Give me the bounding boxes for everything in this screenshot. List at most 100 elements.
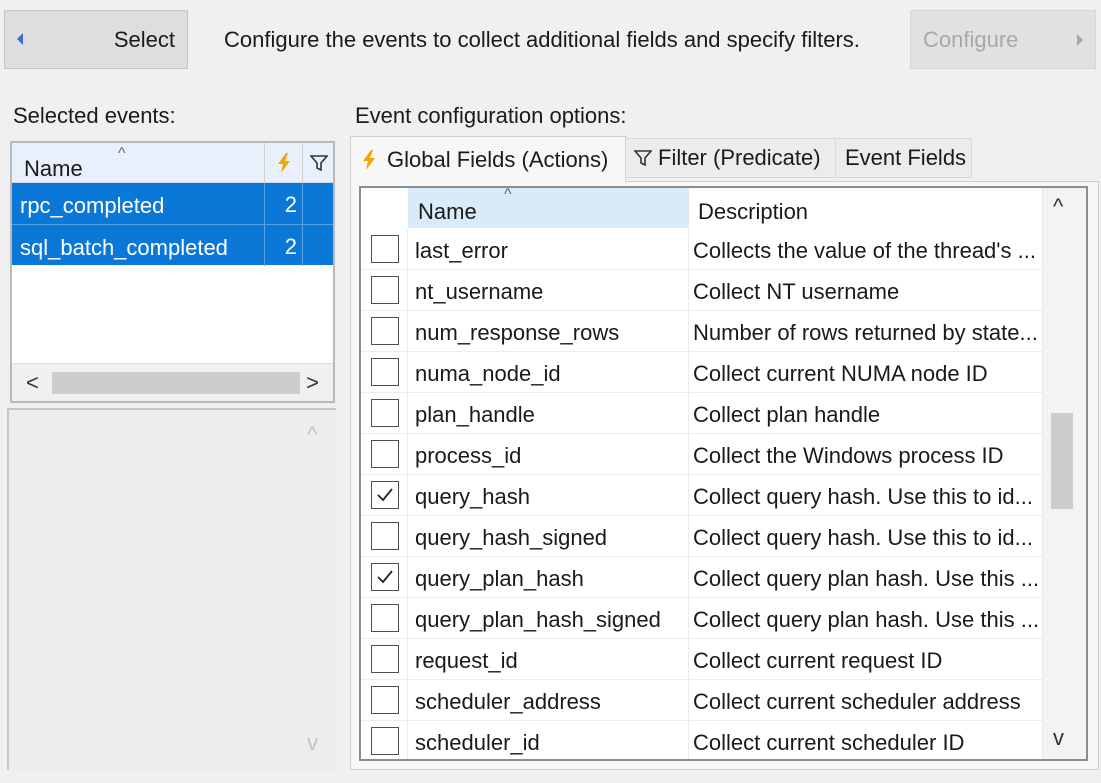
field-description: Number of rows returned by state... [693,320,1038,345]
name-column-header-label: Name [418,199,477,224]
checkbox[interactable] [371,727,399,755]
field-name: query_hash_signed [415,525,608,550]
scroll-down-icon[interactable]: v [307,730,318,756]
checkbox-checked[interactable] [371,563,399,591]
selected-events-grid: Name ^ rpc_completed 2 sql_batch_complet… [10,141,335,403]
checkbox[interactable] [371,317,399,345]
field-description: Collect the Windows process ID [693,443,1004,468]
field-name: query_hash [415,484,530,509]
field-row[interactable]: query_plan_hash_signed Collect query plan… [361,598,1043,639]
events-name-column-header[interactable]: Name [24,156,83,182]
column-divider [688,434,689,475]
field-name: scheduler_address [415,689,601,714]
column-divider [688,516,689,557]
field-row[interactable]: process_id Collect the Windows process ID [361,434,1043,475]
checkbox-cell [361,270,408,311]
field-description: Collect query plan hash. Use this ... [693,566,1040,591]
scroll-up-icon[interactable]: ^ [307,422,317,448]
scroll-down-icon[interactable]: v [1053,725,1064,751]
scroll-right-icon[interactable]: > [306,370,319,396]
scroll-up-icon[interactable]: ^ [1053,194,1063,220]
checkbox[interactable] [371,604,399,632]
field-row[interactable]: scheduler_id Collect current scheduler ID [361,721,1043,759]
column-divider [688,557,689,598]
tab-label: Global Fields (Actions) [387,146,609,172]
field-name: process_id [415,443,522,468]
field-description: Collect plan handle [693,402,881,427]
checkbox[interactable] [371,645,399,673]
field-row[interactable]: query_plan_hash Collect query plan hash. … [361,557,1043,598]
field-row[interactable]: request_id Collect current request ID [361,639,1043,680]
event-name: sql_batch_completed [20,235,228,260]
field-description: Collect query hash. Use this to id... [693,484,1033,509]
column-divider [688,639,689,680]
events-grid-header: Name ^ [12,143,333,183]
field-row[interactable]: last_error Collects the value of the thre… [361,229,1043,270]
tab-label: Filter (Predicate) [658,145,821,170]
field-row[interactable]: query_hash Collect query hash. Use this t… [361,475,1043,516]
checkbox-checked[interactable] [371,481,399,509]
event-row[interactable]: rpc_completed 2 [12,183,333,224]
field-description: Collect NT username [693,279,900,304]
column-divider [688,721,689,759]
field-name: scheduler_id [415,730,540,755]
tab-event-fields[interactable]: Event Fields [836,138,972,178]
field-description: Collect current request ID [693,648,943,673]
checkbox-cell [361,352,408,393]
events-horizontal-scrollbar[interactable]: < > [12,363,333,401]
checkbox[interactable] [371,399,399,427]
column-divider [688,229,689,270]
event-actions-count: 2 [264,225,302,266]
field-description: Collect current scheduler address [693,689,1021,714]
checkbox[interactable] [371,686,399,714]
field-name: nt_username [415,279,544,304]
column-divider [688,475,689,516]
scrollbar-thumb[interactable] [1051,413,1073,510]
description-column-header[interactable]: Description [698,199,808,225]
checkbox[interactable] [371,358,399,386]
event-row[interactable]: sql_batch_completed 2 [12,224,333,266]
tab-global-fields[interactable]: Global Fields (Actions) [350,136,626,182]
filter-column-header[interactable] [302,143,333,183]
fields-vertical-scrollbar[interactable]: ^ v [1042,188,1086,759]
event-details-panel: ^ v [7,408,336,770]
checkmark-icon [377,488,393,502]
tab-filter-predicate[interactable]: Filter (Predicate) [626,138,836,178]
checkbox-cell [361,721,408,759]
column-divider [688,352,689,393]
select-button[interactable]: Select [4,10,188,69]
field-row[interactable]: num_response_rows Number of rows returned… [361,311,1043,352]
checkmark-icon [377,570,393,584]
tab-label: Event Fields [845,145,967,170]
field-row[interactable]: numa_node_id Collect current NUMA node ID [361,352,1043,393]
field-row[interactable]: plan_handle Collect plan handle [361,393,1043,434]
column-divider [688,270,689,311]
field-name: num_response_rows [415,320,620,345]
checkbox[interactable] [371,235,399,263]
column-divider [688,188,689,228]
sort-ascending-icon: ^ [118,145,126,162]
field-row[interactable]: scheduler_address Collect current schedul… [361,680,1043,721]
event-configuration-options-label: Event configuration options: [355,103,627,128]
scrollbar-thumb[interactable] [52,372,300,394]
lightning-icon [363,149,375,170]
checkbox-cell [361,680,408,721]
field-row[interactable]: query_hash_signed Collect query hash. Use… [361,516,1043,557]
checkbox-cell [361,229,408,270]
checkbox-cell [361,639,408,680]
column-divider [688,311,689,352]
field-description: Collects the value of the thread's ... [693,238,1036,263]
checkbox[interactable] [371,522,399,550]
configure-button[interactable]: Configure [910,10,1096,69]
checkbox-cell [361,434,408,475]
checkbox[interactable] [371,276,399,304]
global-fields-grid: Name ^ Description last_error Collects th… [359,186,1088,761]
actions-column-header[interactable] [264,143,302,183]
checkbox-cell [361,557,408,598]
event-name: rpc_completed [20,193,165,218]
checkbox[interactable] [371,440,399,468]
scroll-left-icon[interactable]: < [26,370,39,396]
checkbox-cell [361,598,408,639]
select-button-label: Select [113,26,175,52]
field-row[interactable]: nt_username Collect NT username [361,270,1043,311]
